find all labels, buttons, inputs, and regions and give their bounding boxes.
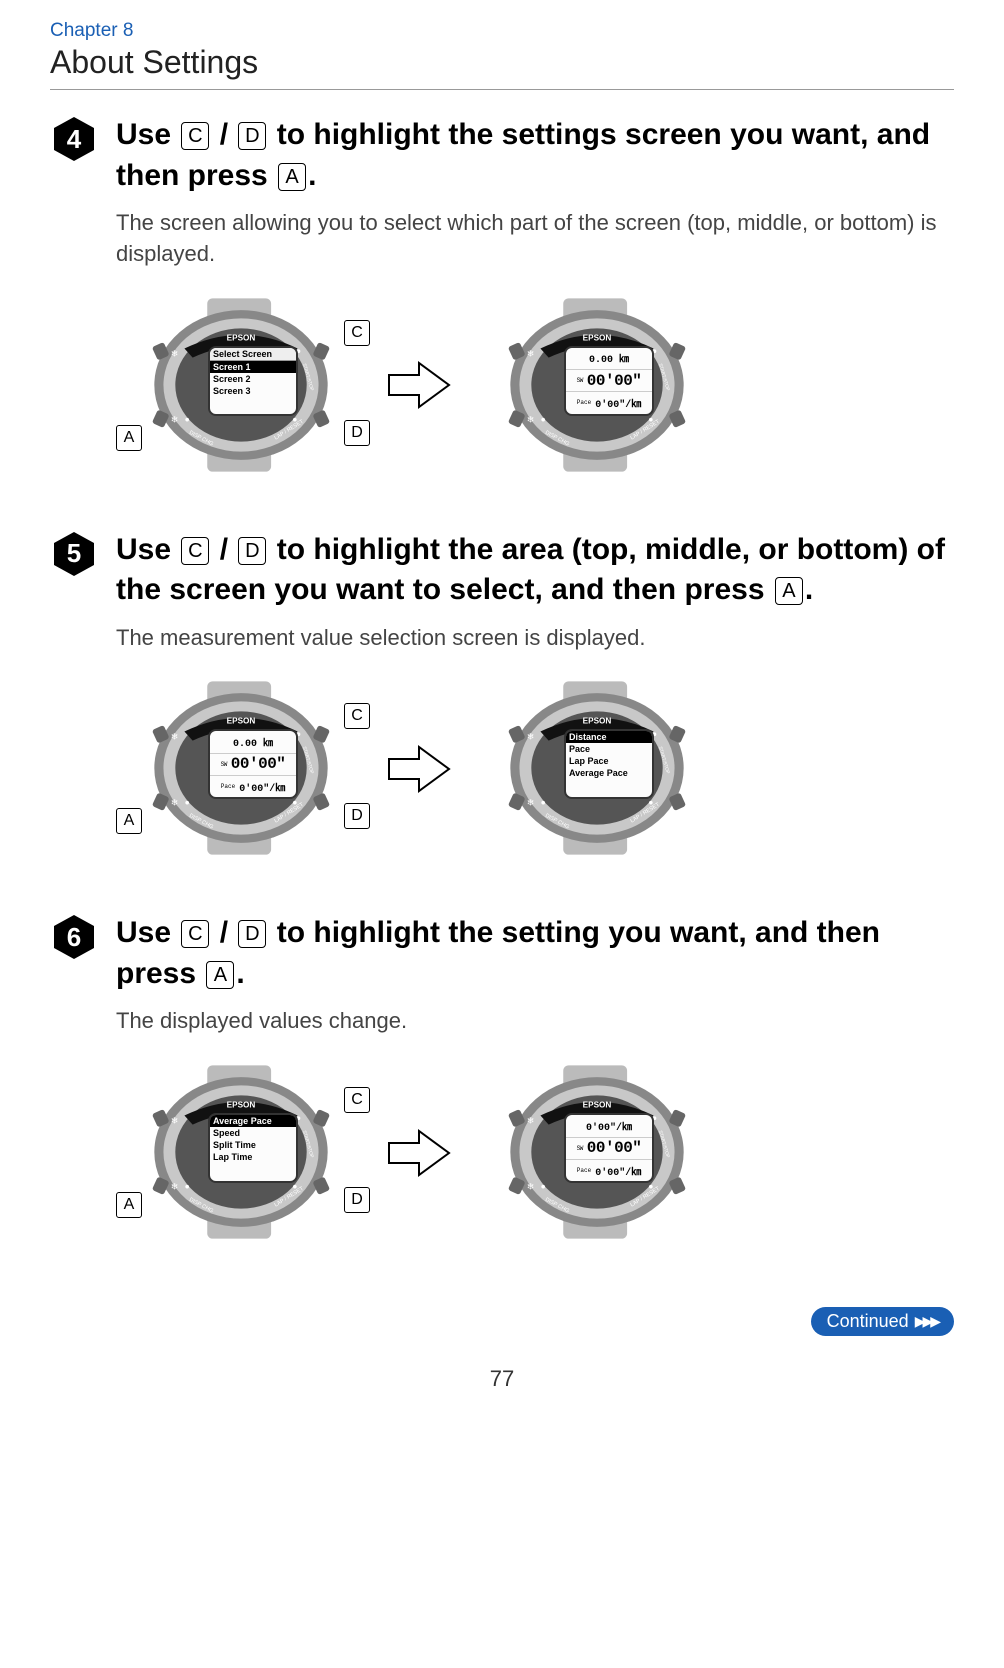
- screen-list-item: Average Pace: [210, 1115, 296, 1127]
- button-label-D: D: [344, 803, 370, 829]
- step-title: Use C / D to highlight the area (top, mi…: [116, 530, 954, 611]
- screen-row-mid: SW00'00": [566, 1138, 652, 1160]
- keycap-key: D: [238, 122, 266, 150]
- page-header: Chapter 8 About Settings: [50, 20, 954, 90]
- figure-row: 0.00 ㎞SW00'00"Pace0'00"/㎞ACDDistancePace…: [116, 673, 954, 863]
- watch-screen: Average PaceSpeedSplit TimeLap Time: [208, 1113, 298, 1183]
- step-description: The screen allowing you to select which …: [116, 208, 954, 270]
- keycap-key: C: [181, 920, 209, 948]
- screen-list-item: Average Pace: [566, 767, 652, 779]
- step-number-badge: 5: [50, 530, 98, 578]
- button-label-C: C: [344, 320, 370, 346]
- keycap-key: A: [278, 163, 306, 191]
- screen-row-top: 0.00 ㎞: [566, 348, 652, 370]
- screen-list-item: Distance: [566, 731, 652, 743]
- screen-list-item: Screen 2: [210, 373, 296, 385]
- screen-list-item: Lap Time: [210, 1151, 296, 1163]
- watch-screen: Select ScreenScreen 1Screen 2Screen 3: [208, 346, 298, 416]
- screen-list-item: Speed: [210, 1127, 296, 1139]
- keycap-key: C: [181, 537, 209, 565]
- chapter-label: Chapter 8: [50, 20, 954, 42]
- screen-row-top: 0'00"/㎞: [566, 1115, 652, 1137]
- button-label-A: A: [116, 1192, 142, 1218]
- button-label-D: D: [344, 420, 370, 446]
- keycap-key: A: [775, 577, 803, 605]
- watch-illustration: 0.00 ㎞SW00'00"Pace0'00"/㎞ACD: [116, 673, 366, 863]
- screen-row-top: 0.00 ㎞: [210, 731, 296, 753]
- keycap-key: A: [206, 961, 234, 989]
- screen-row-bot: Pace0'00"/㎞: [566, 1160, 652, 1181]
- step-title: Use C / D to highlight the setting you w…: [116, 913, 954, 994]
- screen-row-mid: SW00'00": [566, 370, 652, 392]
- keycap-key: D: [238, 920, 266, 948]
- instruction-step: 6 Use C / D to highlight the setting you …: [50, 913, 954, 1247]
- screen-list-item: Pace: [566, 743, 652, 755]
- screen-list-item: Screen 1: [210, 361, 296, 373]
- section-title: About Settings: [50, 44, 954, 81]
- watch-illustration: 0.00 ㎞SW00'00"Pace0'00"/㎞: [472, 290, 722, 480]
- step-description: The displayed values change.: [116, 1006, 954, 1037]
- button-label-C: C: [344, 1087, 370, 1113]
- keycap-key: C: [181, 122, 209, 150]
- watch-illustration: Average PaceSpeedSplit TimeLap TimeACD: [116, 1057, 366, 1247]
- screen-list-item: Split Time: [210, 1139, 296, 1151]
- step-description: The measurement value selection screen i…: [116, 623, 954, 654]
- watch-screen: 0.00 ㎞SW00'00"Pace0'00"/㎞: [208, 729, 298, 799]
- watch-illustration: Select ScreenScreen 1Screen 2Screen 3ACD: [116, 290, 366, 480]
- button-label-A: A: [116, 808, 142, 834]
- continued-label: Continued: [827, 1311, 909, 1332]
- chevron-right-icon: ▶▶▶: [915, 1313, 938, 1330]
- watch-screen: DistancePaceLap PaceAverage Pace: [564, 729, 654, 799]
- watch-illustration: DistancePaceLap PaceAverage Pace: [472, 673, 722, 863]
- arrow-right-icon: [384, 1125, 454, 1180]
- instruction-step: 5 Use C / D to highlight the area (top, m…: [50, 530, 954, 864]
- keycap-key: D: [238, 537, 266, 565]
- figure-row: Average PaceSpeedSplit TimeLap Time A C D 0'…: [116, 1057, 954, 1247]
- step-title: Use C / D to highlight the settings scre…: [116, 115, 954, 196]
- screen-row-bot: Pace0'00"/㎞: [210, 776, 296, 797]
- screen-row-bot: Pace0'00"/㎞: [566, 392, 652, 413]
- instruction-step: 4 Use C / D to highlight the settings scr…: [50, 115, 954, 480]
- figure-row: Select ScreenScreen 1Screen 2Screen 3 A C D…: [116, 290, 954, 480]
- screen-list-header: Select Screen: [210, 348, 296, 361]
- screen-row-mid: SW00'00": [210, 754, 296, 776]
- arrow-right-icon: [384, 357, 454, 412]
- watch-illustration: 0'00"/㎞SW00'00"Pace0'00"/㎞: [472, 1057, 722, 1247]
- continued-badge: Continued ▶▶▶: [811, 1307, 954, 1336]
- continued-row: Continued ▶▶▶: [50, 1307, 954, 1336]
- button-label-C: C: [344, 703, 370, 729]
- arrow-right-icon: [384, 741, 454, 796]
- page-number: 77: [50, 1366, 954, 1392]
- watch-screen: 0'00"/㎞SW00'00"Pace0'00"/㎞: [564, 1113, 654, 1183]
- screen-list-item: Lap Pace: [566, 755, 652, 767]
- screen-list-item: Screen 3: [210, 385, 296, 397]
- button-label-A: A: [116, 425, 142, 451]
- step-number-badge: 4: [50, 115, 98, 163]
- button-label-D: D: [344, 1187, 370, 1213]
- watch-screen: 0.00 ㎞SW00'00"Pace0'00"/㎞: [564, 346, 654, 416]
- step-number-badge: 6: [50, 913, 98, 961]
